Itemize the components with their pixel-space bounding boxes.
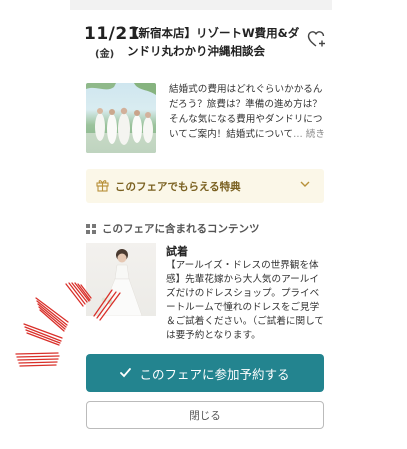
contents-heading: このフェアに含まれるコンテンツ xyxy=(86,221,326,237)
event-weekday: (金) xyxy=(95,49,115,60)
chevron-down-icon xyxy=(300,181,310,187)
close-button-label: 閉じる xyxy=(189,409,221,422)
favorite-button[interactable] xyxy=(305,27,329,51)
event-header: 11/21 (金) 【新宿本店】リゾートW費用&ダンドリ丸わかり沖縄相談会 xyxy=(84,22,334,64)
event-title: 【新宿本店】リゾートW費用&ダンドリ丸わかり沖縄相談会 xyxy=(127,26,300,58)
wedding-photo xyxy=(86,83,156,153)
event-description: 結婚式の費用はどれぐらいかかるんだろう？旅費は？準備の進め方は？そんな気になる費… xyxy=(169,82,329,142)
reserve-button[interactable]: このフェアに参加予約する xyxy=(86,354,324,392)
benefit-accordion[interactable]: このフェアでもらえる特典 xyxy=(86,169,324,203)
benefit-label: このフェアでもらえる特典 xyxy=(115,181,241,193)
gift-icon xyxy=(96,180,109,192)
content-item-description: 【アールイズ・ドレスの世界観を体感】先輩花嫁から大人気のアールイズだけのドレスシ… xyxy=(166,260,325,341)
top-divider xyxy=(70,0,332,10)
reserve-button-label: このフェアに参加予約する xyxy=(139,366,290,382)
check-icon xyxy=(120,368,132,378)
content-item-title: 試着 xyxy=(166,245,188,258)
grid-icon xyxy=(86,224,96,234)
event-summary: 結婚式の費用はどれぐらいかかるんだろう？旅費は？準備の進め方は？そんな気になる費… xyxy=(86,82,326,154)
heart-plus-icon xyxy=(307,31,325,47)
contents-heading-label: このフェアに含まれるコンテンツ xyxy=(102,223,260,235)
close-button[interactable]: 閉じる xyxy=(86,401,324,429)
